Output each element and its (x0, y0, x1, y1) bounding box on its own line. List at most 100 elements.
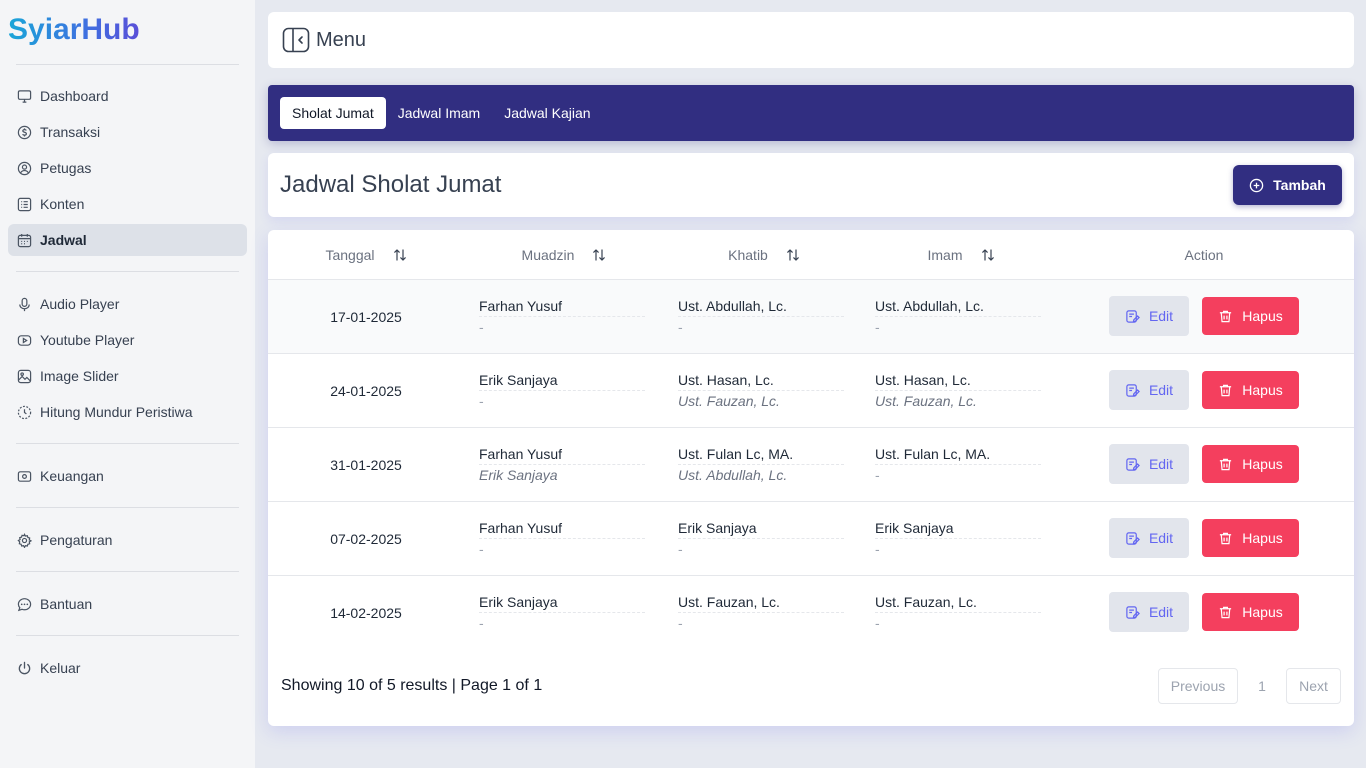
menu-label[interactable]: Menu (316, 29, 366, 52)
sidebar-item-transaksi[interactable]: Transaksi (8, 116, 247, 148)
user-circle-icon (16, 160, 32, 176)
column-label: Muadzin (521, 247, 575, 263)
divider (16, 443, 239, 444)
delete-label: Hapus (1242, 456, 1283, 472)
sort-icon[interactable] (592, 248, 606, 262)
muadzin-primary: Farhan Yusuf (479, 520, 645, 539)
edit-label: Edit (1148, 456, 1174, 472)
delete-button[interactable]: Hapus (1202, 445, 1299, 483)
trash-icon (1218, 457, 1233, 472)
delete-button[interactable]: Hapus (1202, 297, 1299, 335)
khatib-alternate: - (678, 319, 683, 335)
tab-jadwal-kajian[interactable]: Jadwal Kajian (492, 97, 602, 129)
date-cell: 31-01-2025 (330, 457, 402, 473)
muadzin-alternate: - (479, 319, 484, 335)
sidebar-item-bantuan[interactable]: Bantuan (8, 588, 247, 620)
imam-primary: Ust. Fulan Lc, MA. (875, 446, 1041, 465)
edit-button[interactable]: Edit (1109, 444, 1189, 484)
delete-button[interactable]: Hapus (1202, 593, 1299, 631)
column-label: Action (1184, 247, 1224, 263)
edit-label: Edit (1148, 308, 1174, 324)
khatib-primary: Ust. Hasan, Lc. (678, 372, 844, 391)
khatib-primary: Erik Sanjaya (678, 520, 844, 539)
sidebar-item-audio-player[interactable]: Audio Player (8, 288, 247, 320)
khatib-primary: Ust. Fauzan, Lc. (678, 594, 844, 613)
sidebar-item-label: Image Slider (40, 368, 119, 384)
edit-button[interactable]: Edit (1109, 592, 1189, 632)
brand-logo[interactable]: SyiarHub (8, 12, 140, 48)
khatib-alternate: - (678, 615, 683, 631)
muadzin-cell: Farhan Yusuf - (479, 520, 645, 557)
imam-primary: Ust. Abdullah, Lc. (875, 298, 1041, 317)
sidebar-toggle-icon[interactable] (281, 26, 311, 54)
muadzin-alternate: Erik Sanjaya (479, 467, 558, 483)
wallet-icon (16, 468, 32, 484)
trash-icon (1218, 531, 1233, 546)
delete-label: Hapus (1242, 604, 1283, 620)
sidebar-item-jadwal[interactable]: Jadwal (8, 224, 247, 256)
sort-icon[interactable] (393, 248, 407, 262)
edit-icon (1125, 531, 1140, 546)
microphone-icon (16, 296, 32, 312)
sidebar-item-label: Petugas (40, 160, 92, 176)
sidebar-item-image-slider[interactable]: Image Slider (8, 360, 247, 392)
edit-button[interactable]: Edit (1109, 296, 1189, 336)
column-muadzin: Muadzin (464, 230, 664, 280)
edit-icon (1125, 605, 1140, 620)
sidebar-item-konten[interactable]: Konten (8, 188, 247, 220)
sidebar-item-pengaturan[interactable]: Pengaturan (8, 524, 247, 556)
muadzin-cell: Erik Sanjaya - (479, 372, 645, 409)
add-button[interactable]: Tambah (1233, 165, 1342, 205)
delete-button[interactable]: Hapus (1202, 519, 1299, 557)
column-tanggal: Tanggal (268, 230, 464, 280)
imam-cell: Ust. Abdullah, Lc. - (875, 298, 1041, 335)
tab-sholat-jumat[interactable]: Sholat Jumat (280, 97, 386, 129)
imam-alternate: - (875, 467, 880, 483)
delete-label: Hapus (1242, 530, 1283, 546)
edit-label: Edit (1148, 604, 1174, 620)
sidebar-item-dashboard[interactable]: Dashboard (8, 80, 247, 112)
muadzin-cell: Farhan Yusuf - (479, 298, 645, 335)
delete-button[interactable]: Hapus (1202, 371, 1299, 409)
date-cell: 17-01-2025 (330, 309, 402, 325)
sidebar-item-keuangan[interactable]: Keuangan (8, 460, 247, 492)
muadzin-alternate: - (479, 615, 484, 631)
sidebar-item-label: Youtube Player (40, 332, 135, 348)
divider (16, 571, 239, 572)
imam-cell: Ust. Hasan, Lc. Ust. Fauzan, Lc. (875, 372, 1041, 409)
page-number[interactable]: 1 (1246, 668, 1278, 704)
imam-alternate: - (875, 615, 880, 631)
sort-icon[interactable] (981, 248, 995, 262)
imam-alternate: - (875, 541, 880, 557)
table-row: 24-01-2025 Erik Sanjaya - Ust. Hasan, Lc… (268, 354, 1354, 428)
next-button[interactable]: Next (1286, 668, 1341, 704)
muadzin-primary: Farhan Yusuf (479, 446, 645, 465)
date-cell: 14-02-2025 (330, 605, 402, 621)
khatib-cell: Ust. Fulan Lc, MA. Ust. Abdullah, Lc. (678, 446, 844, 483)
top-bar: Menu (268, 12, 1354, 68)
muadzin-primary: Erik Sanjaya (479, 372, 645, 391)
gear-icon (16, 532, 32, 548)
sidebar-item-label: Dashboard (40, 88, 109, 104)
khatib-primary: Ust. Fulan Lc, MA. (678, 446, 844, 465)
tab-jadwal-imam[interactable]: Jadwal Imam (386, 97, 492, 129)
sidebar-item-petugas[interactable]: Petugas (8, 152, 247, 184)
divider (16, 507, 239, 508)
youtube-icon (16, 332, 32, 348)
khatib-cell: Erik Sanjaya - (678, 520, 844, 557)
divider (16, 635, 239, 636)
edit-button[interactable]: Edit (1109, 518, 1189, 558)
column-khatib: Khatib (664, 230, 864, 280)
column-imam: Imam (864, 230, 1058, 280)
sidebar-item-label: Konten (40, 196, 85, 212)
edit-button[interactable]: Edit (1109, 370, 1189, 410)
sidebar-item-hitung-mundur[interactable]: Hitung Mundur Peristiwa (8, 396, 247, 428)
schedule-table: Tanggal Muadzin Khatib Imam Action 17-01… (268, 230, 1354, 726)
sidebar-item-youtube-player[interactable]: Youtube Player (8, 324, 247, 356)
previous-button[interactable]: Previous (1158, 668, 1238, 704)
sidebar-item-keluar[interactable]: Keluar (8, 652, 247, 684)
table-row: 14-02-2025 Erik Sanjaya - Ust. Fauzan, L… (268, 576, 1354, 650)
sort-icon[interactable] (786, 248, 800, 262)
imam-alternate: Ust. Fauzan, Lc. (875, 393, 977, 409)
delete-label: Hapus (1242, 308, 1283, 324)
